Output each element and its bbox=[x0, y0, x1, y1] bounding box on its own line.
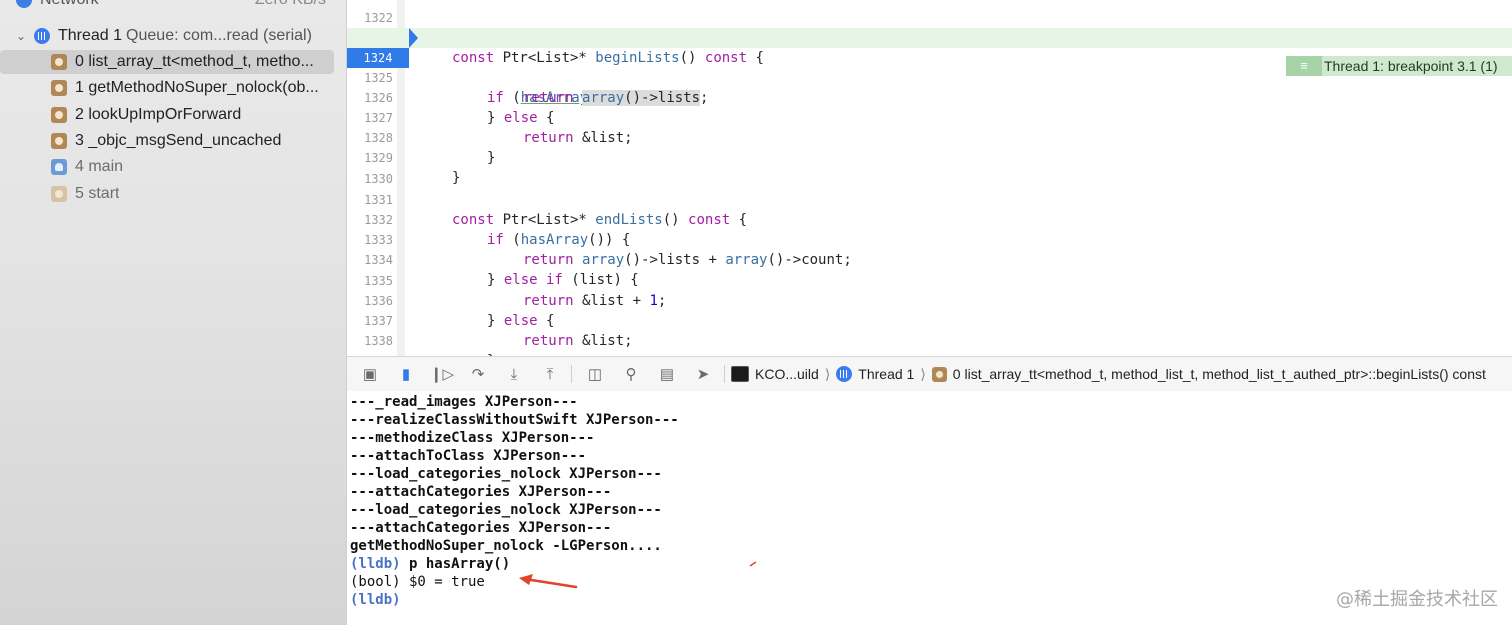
network-value: Zero KB/s bbox=[255, 0, 326, 9]
code-line[interactable]: 1338 } bbox=[347, 311, 1512, 356]
user-code-icon bbox=[51, 159, 67, 175]
console-output-line: ---realizeClassWithoutSwift XJPerson--- bbox=[350, 412, 679, 428]
console-output-line: ---attachToClass XJPerson--- bbox=[350, 448, 587, 464]
thread-queue: Queue: com...read (serial) bbox=[126, 27, 312, 44]
toolbar-divider bbox=[571, 365, 572, 383]
breakpoint-arrow-icon bbox=[409, 28, 418, 48]
chevron-right-icon: ⟩ bbox=[824, 365, 831, 382]
continue-icon[interactable]: ❙▷ bbox=[429, 363, 455, 385]
lldb-console[interactable]: ---_read_images XJPerson--- ---realizeCl… bbox=[347, 391, 1512, 625]
function-frame-icon bbox=[51, 133, 67, 149]
code-line[interactable]: 1332 if (hasArray()) { bbox=[347, 190, 1512, 248]
source-editor[interactable]: 1322 1323 const Ptr<List>* beginLists() … bbox=[347, 0, 1512, 356]
view-hierarchy-icon[interactable]: ◫ bbox=[582, 363, 608, 385]
thread-row[interactable]: ⌄ Thread 1 Queue: com...read (serial) bbox=[0, 24, 346, 48]
code-line[interactable]: 1327 return &list; bbox=[347, 88, 1512, 146]
debug-bar: ▣ ▮ ❙▷ ↷ ⤓ ⤒ ◫ ⚲ ▤ ➤ KCO...uild ⟩ Thread… bbox=[347, 356, 1512, 392]
stack-frame-label: 1 getMethodNoSuper_nolock(ob... bbox=[75, 79, 319, 96]
network-gauge-row[interactable]: Network Zero KB/s bbox=[16, 0, 326, 10]
step-into-icon[interactable]: ⤓ bbox=[501, 363, 527, 385]
toolbar-divider bbox=[724, 365, 725, 383]
red-arrow-annotation bbox=[519, 574, 578, 589]
console-output-line: ---load_categories_nolock XJPerson--- bbox=[350, 502, 662, 518]
watermark: @稀土掘金技术社区 bbox=[1336, 589, 1498, 610]
console-output-line: ---_read_images XJPerson--- bbox=[350, 394, 578, 410]
stack-frame-label: 2 lookUpImpOrForward bbox=[75, 106, 242, 123]
code-line[interactable]: 1337 return &list; bbox=[347, 291, 1512, 349]
code-line[interactable]: 1335 return &list + 1; bbox=[347, 251, 1512, 309]
function-frame-icon bbox=[931, 366, 947, 382]
code-line[interactable]: 1322 bbox=[347, 0, 1512, 25]
console-output-line: getMethodNoSuper_nolock -LGPerson.... bbox=[350, 538, 662, 554]
memory-graph-icon[interactable]: ⚲ bbox=[618, 363, 644, 385]
stack-frame-0[interactable]: 0 list_array_tt<method_t, metho... bbox=[0, 50, 334, 74]
code-line[interactable]: 1326 } else { bbox=[347, 68, 1512, 126]
step-over-icon[interactable]: ↷ bbox=[465, 363, 491, 385]
chevron-down-icon[interactable]: ⌄ bbox=[16, 29, 30, 43]
red-stroke-mark bbox=[749, 561, 757, 567]
chevron-right-icon: ⟩ bbox=[920, 365, 926, 382]
thread-name: Thread 1 bbox=[58, 27, 123, 44]
console-output-line: ---methodizeClass XJPerson--- bbox=[350, 430, 595, 446]
code-line[interactable]: 1331 const Ptr<List>* endLists() const { bbox=[347, 170, 1512, 228]
hide-console-icon[interactable]: ▣ bbox=[357, 363, 383, 385]
code-line[interactable]: 1330 bbox=[347, 149, 1512, 186]
function-frame-icon bbox=[51, 186, 67, 202]
step-out-icon[interactable]: ⤒ bbox=[537, 363, 563, 385]
code-line[interactable]: 1334 } else if (list) { bbox=[347, 230, 1512, 288]
console-result-line: (bool) $0 = true bbox=[350, 574, 485, 590]
environment-overrides-icon[interactable]: ▤ bbox=[654, 363, 680, 385]
stack-frame-label: 5 start bbox=[75, 185, 120, 202]
console-command-line: (lldb) p hasArray() bbox=[350, 555, 510, 573]
code-line[interactable]: 1329 } bbox=[347, 128, 1512, 186]
function-frame-icon bbox=[51, 107, 67, 123]
stack-frame-label: 3 _objc_msgSend_uncached bbox=[75, 132, 282, 149]
breakpoints-toggle-icon[interactable]: ▮ bbox=[393, 363, 419, 385]
code-line[interactable]: 1325 return array()->lists; bbox=[347, 48, 1512, 106]
stack-frame-2[interactable]: 2 lookUpImpOrForward bbox=[0, 103, 334, 127]
lldb-input-prompt[interactable]: (lldb) bbox=[350, 591, 401, 609]
console-output-line: ---attachCategories XJPerson--- bbox=[350, 484, 612, 500]
function-frame-icon bbox=[51, 54, 67, 70]
thread-icon bbox=[836, 366, 853, 382]
stack-frame-4[interactable]: 4 main bbox=[0, 155, 334, 179]
current-execution-line[interactable]: 1324 if (hasArray()) { ≡ Thread 1: break… bbox=[347, 28, 1512, 106]
stack-frame-1[interactable]: 1 getMethodNoSuper_nolock(ob... bbox=[0, 76, 334, 100]
function-frame-icon bbox=[51, 80, 67, 96]
debug-navigator: Network Zero KB/s ⌄ Thread 1 Queue: com.… bbox=[0, 0, 347, 625]
lldb-command: p hasArray() bbox=[400, 556, 511, 572]
breadcrumb-target-label: KCO...uild bbox=[755, 366, 819, 382]
console-output-line: ---load_categories_nolock XJPerson--- bbox=[350, 466, 662, 482]
code-line[interactable]: 1336 } else { bbox=[347, 271, 1512, 329]
stack-frame-label: 4 main bbox=[75, 158, 124, 175]
breadcrumb-frame[interactable]: 0 list_array_tt<method_t, method_list_t,… bbox=[931, 366, 1486, 382]
network-label: Network bbox=[40, 0, 99, 9]
globe-icon bbox=[16, 0, 32, 8]
stack-frame-3[interactable]: 3 _objc_msgSend_uncached bbox=[0, 129, 334, 153]
terminal-icon bbox=[731, 366, 749, 382]
code-line[interactable]: 1323 const Ptr<List>* beginLists() const… bbox=[347, 8, 1512, 66]
console-output-line: ---attachCategories XJPerson--- bbox=[350, 520, 612, 536]
breadcrumb-thread[interactable]: Thread 1 ⟩ bbox=[836, 366, 932, 383]
thread-icon bbox=[34, 28, 50, 44]
lldb-prompt: (lldb) bbox=[350, 556, 401, 572]
breadcrumb-target[interactable]: KCO...uild ⟩ bbox=[731, 366, 836, 383]
stack-frame-label: 0 list_array_tt<method_t, metho... bbox=[75, 53, 314, 70]
simulate-location-icon[interactable]: ➤ bbox=[690, 363, 716, 385]
breadcrumb-frame-label: 0 list_array_tt<method_t, method_list_t,… bbox=[952, 366, 1486, 382]
code-line[interactable]: 1333 return array()->lists + array()->co… bbox=[347, 210, 1512, 268]
code-line[interactable]: 1339 } bbox=[347, 332, 1512, 356]
stack-frame-5[interactable]: 5 start bbox=[0, 182, 334, 206]
code-line[interactable]: 1328 } bbox=[347, 108, 1512, 166]
breadcrumb-thread-label: Thread 1 bbox=[858, 366, 915, 382]
